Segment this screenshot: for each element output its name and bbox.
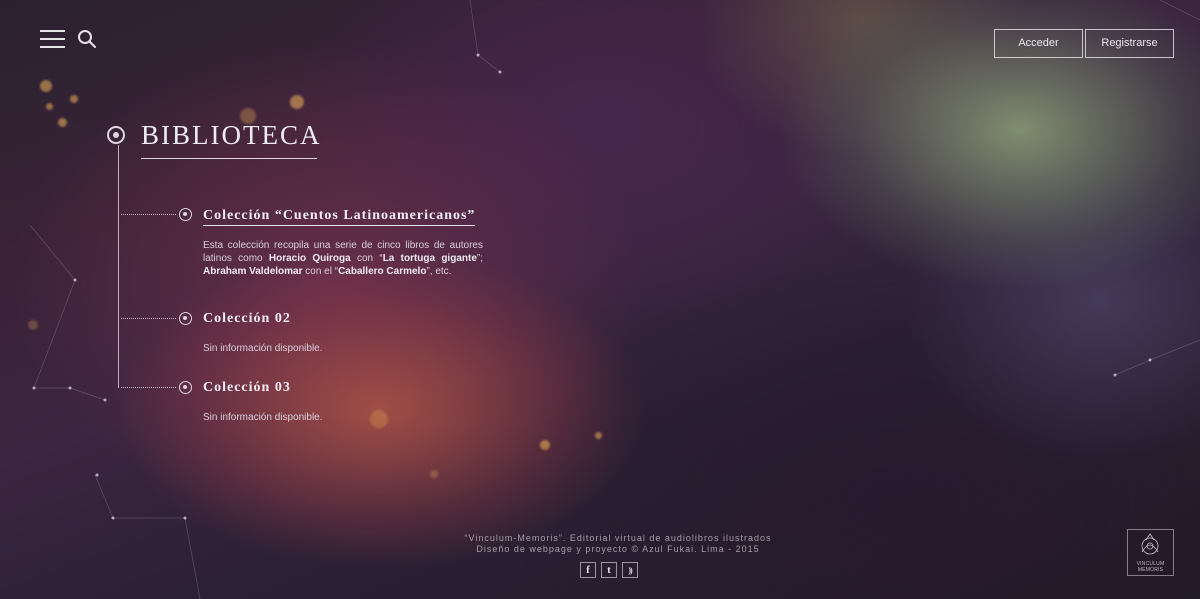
timeline-node-icon	[179, 208, 192, 221]
collection-title-1[interactable]: Colección “Cuentos Latinoamericanos”	[203, 208, 476, 226]
desc-text: con el “	[302, 266, 339, 277]
author-name: Horacio Quiroga	[268, 253, 351, 264]
page-title: BIBLIOTECA	[141, 120, 322, 150]
desc-text: ”;	[476, 253, 483, 264]
facebook-icon[interactable]: f	[580, 562, 596, 578]
timeline-node-icon	[179, 312, 192, 325]
collection-title-2[interactable]: Colección 02	[203, 311, 291, 327]
timeline-connector	[121, 318, 176, 319]
author-name: Abraham Valdelomar	[203, 266, 303, 277]
hamburger-menu-icon[interactable]	[40, 30, 65, 48]
title-bullet-icon	[107, 126, 125, 144]
desc-text: ”, etc.	[426, 266, 452, 277]
register-button[interactable]: Registrarse	[1085, 29, 1174, 58]
constellation-lines	[29, 0, 1200, 599]
timeline-connector	[121, 387, 176, 388]
timeline-connector	[121, 214, 176, 215]
logo-text: VINCULUM MEMORIS	[1136, 561, 1165, 573]
social-links: f t ))	[580, 562, 638, 578]
book-title: Caballero Carmelo	[338, 266, 427, 277]
search-icon[interactable]	[77, 29, 97, 49]
footer-credits: “Vinculum-Memoris”. Editorial virtual de…	[0, 533, 1200, 555]
brand-logo[interactable]: VINCULUM MEMORIS	[1127, 529, 1174, 576]
collection-description-3: Sin información disponible.	[203, 412, 323, 423]
auth-buttons: Acceder Registrarse	[994, 29, 1174, 58]
timeline-node-icon	[179, 381, 192, 394]
title-underline	[141, 158, 317, 159]
book-title: La tortuga gigante	[382, 253, 477, 264]
collection-title-3[interactable]: Colección 03	[203, 380, 291, 396]
collection-description-2: Sin información disponible.	[203, 343, 323, 354]
timeline-line	[118, 145, 119, 388]
twitter-icon[interactable]: t	[601, 562, 617, 578]
rss-icon[interactable]: ))	[622, 562, 638, 578]
desc-text: con “	[350, 253, 383, 264]
footer-line-1: “Vinculum-Memoris”. Editorial virtual de…	[464, 533, 772, 543]
footer-line-2: Diseño de webpage y proyecto © Azul Fuka…	[476, 544, 760, 554]
login-button[interactable]: Acceder	[994, 29, 1083, 58]
collection-description-1: Esta colección recopila una serie de cin…	[203, 239, 483, 278]
